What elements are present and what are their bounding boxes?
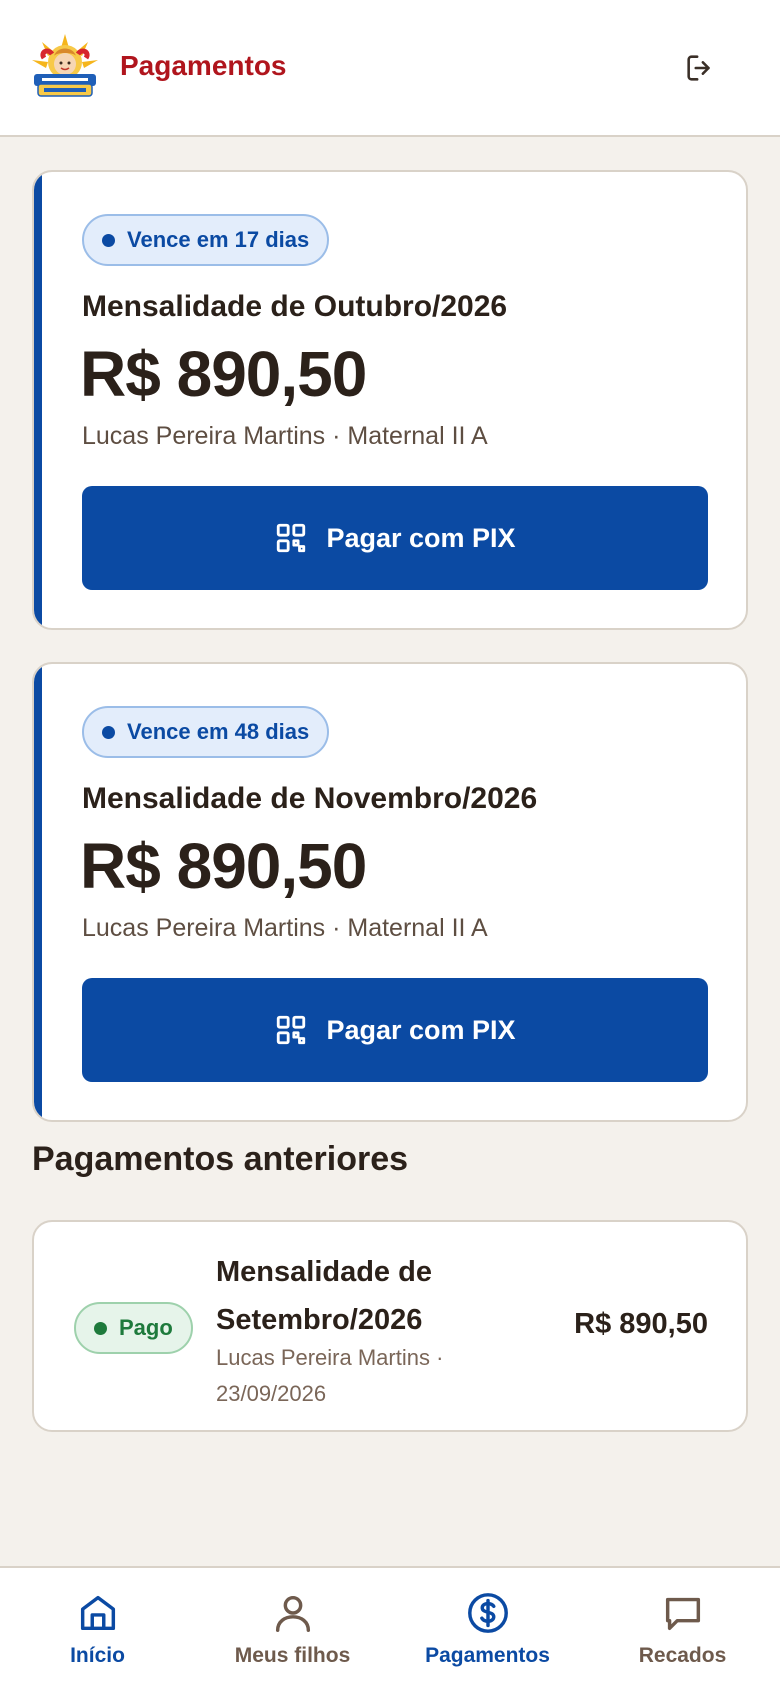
- payment-card: Vence em 17 dias Mensalidade de Outubro/…: [32, 170, 748, 630]
- nav-item-pagamentos[interactable]: Pagamentos: [390, 1568, 585, 1688]
- app-header: Pagamentos: [0, 0, 780, 137]
- history-card[interactable]: Pago Mensalidade de Setembro/2026 Lucas …: [32, 1220, 748, 1432]
- card-accent: [34, 664, 42, 1120]
- history-amount: R$ 890,50: [574, 1308, 708, 1340]
- qr-code-icon: [277, 523, 306, 553]
- nav-label: Recados: [638, 1644, 727, 1667]
- payment-card: Vence em 48 dias Mensalidade de Novembro…: [32, 662, 748, 1122]
- payment-amount: R$ 890,50: [80, 338, 367, 410]
- pay-pix-label: Pagar com PIX: [326, 1014, 516, 1045]
- nav-item-meus-filhos[interactable]: Meus filhos: [195, 1568, 390, 1688]
- nav-label: Meus filhos: [234, 1644, 351, 1667]
- school-logo-icon: [30, 34, 100, 98]
- payment-student: Lucas Pereira Martins · Maternal II A: [82, 422, 488, 450]
- nav-item-inicio[interactable]: Início: [0, 1568, 195, 1688]
- due-badge: Vence em 17 dias: [82, 214, 330, 266]
- nav-item-recados[interactable]: Recados: [585, 1568, 780, 1688]
- card-accent: [34, 172, 42, 628]
- paid-badge: Pago: [74, 1302, 193, 1354]
- status-dot: [94, 1321, 107, 1335]
- pay-pix-label: Pagar com PIX: [326, 522, 516, 553]
- logout-button[interactable]: [680, 48, 720, 88]
- pay-pix-button[interactable]: Pagar com PIX: [82, 978, 708, 1082]
- user-icon: [275, 1595, 310, 1632]
- due-badge-label: Vence em 17 dias: [127, 227, 310, 252]
- pay-pix-button[interactable]: Pagar com PIX: [82, 486, 708, 590]
- history-subtitle: Lucas Pereira Martins · 23/09/2026: [216, 1345, 444, 1406]
- nav-label: Pagamentos: [425, 1644, 550, 1667]
- payment-title: Mensalidade de Outubro/2026: [82, 290, 508, 323]
- home-icon: [80, 1595, 115, 1631]
- status-dot: [102, 233, 115, 247]
- dollar-icon: [467, 1593, 508, 1633]
- history-title: Mensalidade de Setembro/2026: [216, 1256, 432, 1336]
- payment-student: Lucas Pereira Martins · Maternal II A: [82, 914, 488, 942]
- status-dot: [102, 725, 115, 739]
- bottom-nav: Início Meus filhos Pagamentos Recados: [0, 1566, 780, 1688]
- paid-badge-label: Pago: [119, 1315, 173, 1340]
- due-badge: Vence em 48 dias: [82, 706, 330, 758]
- due-badge-label: Vence em 48 dias: [127, 719, 310, 744]
- page-title: Pagamentos: [120, 50, 287, 81]
- message-icon: [665, 1597, 700, 1631]
- qr-code-icon: [277, 1015, 306, 1045]
- payment-amount: R$ 890,50: [80, 830, 367, 902]
- history-section-title: Pagamentos anteriores: [32, 1140, 409, 1178]
- nav-label: Início: [70, 1644, 125, 1667]
- logout-icon: [687, 55, 710, 81]
- payment-title: Mensalidade de Novembro/2026: [82, 782, 538, 815]
